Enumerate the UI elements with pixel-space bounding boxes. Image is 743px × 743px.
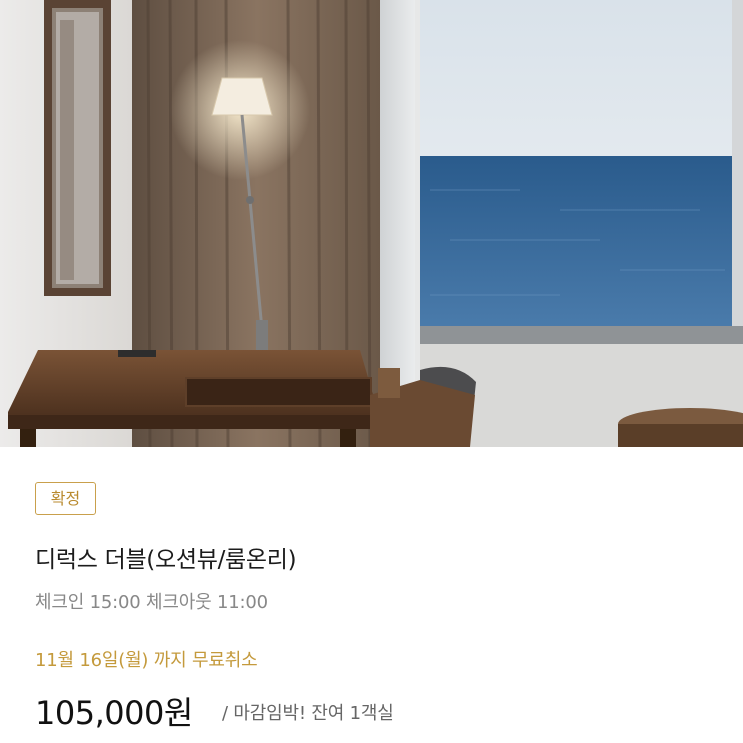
room-card[interactable]: 확정 디럭스 더블(오션뷰/룸온리) 체크인 15:00 체크아웃 11:00 … bbox=[0, 0, 743, 743]
free-cancellation-notice: 11월 16일(월) 까지 무료취소 bbox=[35, 650, 258, 671]
room-name[interactable]: 디럭스 더블(오션뷰/룸온리) bbox=[35, 540, 297, 574]
status-badge: 확정 bbox=[35, 482, 96, 515]
room-price: 105,000원 bbox=[35, 694, 193, 732]
checkin-checkout-times: 체크인 15:00 체크아웃 11:00 bbox=[35, 592, 268, 613]
availability-note: / 마감임박! 잔여 1객실 bbox=[222, 703, 394, 724]
room-photo bbox=[0, 0, 743, 447]
